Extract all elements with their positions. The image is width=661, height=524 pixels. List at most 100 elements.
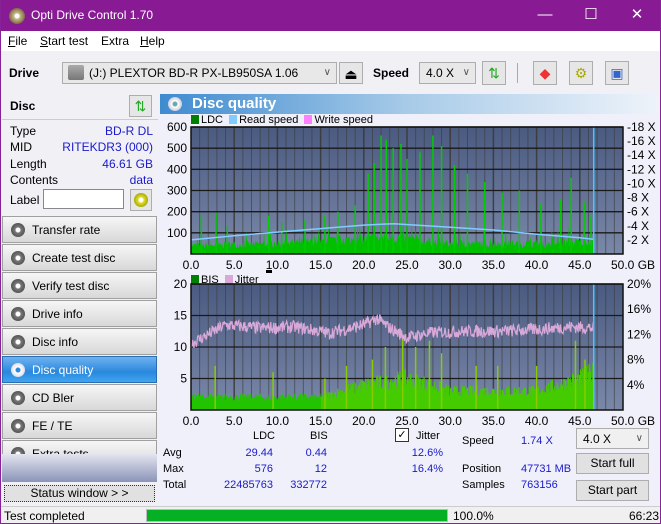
progress-percent: 100.0% bbox=[453, 509, 494, 523]
y-tick-label: 10 bbox=[174, 340, 188, 354]
y2-tick-label: -2 X bbox=[627, 233, 649, 247]
x-tick-label: 25.0 bbox=[395, 258, 419, 272]
y2-tick-label: -6 X bbox=[627, 205, 649, 219]
drive-icon bbox=[68, 65, 84, 80]
status-text: Test completed bbox=[4, 509, 85, 523]
x-tick-label: 5.0 bbox=[226, 258, 243, 272]
total-ldc: 22485763 bbox=[224, 479, 273, 491]
menu-extra[interactable]: Extra bbox=[101, 34, 129, 48]
menu-bar: File Start test Extra Help bbox=[1, 31, 660, 51]
disc-mid-row: MID RITEKDR3 (000) bbox=[10, 140, 153, 156]
maximize-button[interactable]: ☐ bbox=[568, 0, 614, 31]
disc-icon bbox=[11, 363, 25, 377]
drive-label: Drive bbox=[9, 66, 40, 80]
speed-value: 4.0 X bbox=[426, 66, 455, 80]
nav-drive-info[interactable]: Drive info bbox=[2, 300, 157, 327]
disc-panel-header: Disc ⇅ bbox=[2, 92, 158, 120]
menu-help[interactable]: Help bbox=[140, 34, 165, 48]
speed-select[interactable]: 4.0 X ∨ bbox=[419, 62, 476, 84]
nav-label: Drive info bbox=[32, 307, 83, 321]
window-title: Opti Drive Control 1.70 bbox=[31, 8, 154, 22]
y2-tick-label: 4% bbox=[627, 378, 645, 392]
save-icon: ▣ bbox=[610, 65, 624, 81]
chevron-down-icon: ∨ bbox=[462, 67, 470, 78]
eject-button[interactable]: ⏏ bbox=[339, 62, 363, 84]
drive-value: (J:) PLEXTOR BD-R PX-LB950SA 1.06 bbox=[89, 66, 299, 80]
nav-transfer-rate[interactable]: Transfer rate bbox=[2, 216, 157, 243]
nav-disc-quality[interactable]: Disc quality bbox=[2, 356, 157, 383]
x-tick-label: 35.0 bbox=[482, 258, 506, 272]
y2-tick-label: 16% bbox=[627, 302, 651, 316]
label-key: Label bbox=[10, 193, 40, 207]
refresh-drive-button[interactable]: ⇅ bbox=[482, 61, 506, 85]
nav-cd-bler[interactable]: CD Bler bbox=[2, 384, 157, 411]
disc-icon bbox=[11, 335, 25, 349]
max-bis: 12 bbox=[314, 463, 327, 475]
menu-start-test[interactable]: Start test bbox=[40, 34, 88, 48]
x-tick-label: 20.0 bbox=[352, 258, 376, 272]
disc-icon bbox=[11, 307, 25, 321]
x-tick-label: 15.0 bbox=[309, 258, 333, 272]
x-tick-label: 0.0 bbox=[183, 414, 200, 428]
label-disc-button[interactable] bbox=[130, 189, 152, 211]
nav-label: Disc info bbox=[32, 335, 79, 349]
y-tick-label: 20 bbox=[174, 277, 188, 291]
jitter-checkbox[interactable]: ✓ bbox=[395, 428, 409, 442]
y2-tick-label: 20% bbox=[627, 277, 651, 291]
status-bar: Test completed 100.0% 66:23 bbox=[1, 506, 660, 523]
settings-icon: ⚙ bbox=[574, 65, 588, 81]
elapsed-time: 66:23 bbox=[629, 509, 660, 523]
y2-tick-label: -12 X bbox=[627, 162, 656, 176]
max-label: Max bbox=[163, 463, 184, 475]
start-part-button[interactable]: Start part bbox=[576, 480, 649, 501]
eject-icon: ⏏ bbox=[344, 66, 358, 82]
nav-label: FE / TE bbox=[32, 419, 73, 433]
y2-tick-label: -18 X bbox=[627, 120, 656, 134]
nav-label: Disc quality bbox=[32, 363, 94, 377]
max-jitter: 16.4% bbox=[411, 463, 443, 475]
test-speed-select[interactable]: 4.0 X ∨ bbox=[576, 428, 649, 449]
status-window-button[interactable]: Status window > > bbox=[4, 485, 155, 502]
disc-length-row: Length 46.61 GB bbox=[10, 157, 153, 173]
nav-verify-test-disc[interactable]: Verify test disc bbox=[2, 272, 157, 299]
charts-svg: 100200300400500600-2 X-4 X-6 X-8 X-10 X-… bbox=[167, 120, 656, 428]
x-tick-label: 10.0 bbox=[266, 258, 290, 272]
erase-button[interactable]: ◆ bbox=[533, 61, 557, 85]
nav-fe-te[interactable]: FE / TE bbox=[2, 412, 157, 439]
minimize-button[interactable]: — bbox=[522, 0, 568, 31]
y2-tick-label: -4 X bbox=[627, 219, 649, 233]
drive-select[interactable]: (J:) PLEXTOR BD-R PX-LB950SA 1.06 ∨ bbox=[62, 62, 337, 84]
samples-label: Samples bbox=[462, 479, 505, 491]
disc-refresh-button[interactable]: ⇅ bbox=[129, 95, 152, 117]
position-label: Position bbox=[462, 463, 502, 475]
disc-icon bbox=[11, 391, 25, 405]
info-key: Contents bbox=[10, 173, 59, 187]
y-tick-label: 300 bbox=[167, 184, 187, 198]
disc-contents-row: Contents data bbox=[10, 173, 153, 189]
nav-label: CD Bler bbox=[32, 391, 75, 405]
menu-file[interactable]: File bbox=[8, 34, 27, 48]
nav-disc-info[interactable]: Disc info bbox=[2, 328, 157, 355]
swap-icon: ⇅ bbox=[134, 98, 147, 114]
label-input[interactable] bbox=[43, 189, 124, 209]
nav-spacer bbox=[2, 454, 157, 482]
info-value: RITEKDR3 (000) bbox=[62, 140, 153, 154]
close-button[interactable]: ✕ bbox=[614, 0, 660, 31]
disc-icon bbox=[11, 223, 25, 237]
chevron-down-icon: ∨ bbox=[635, 433, 643, 444]
toolbar: Drive (J:) PLEXTOR BD-R PX-LB950SA 1.06 … bbox=[1, 51, 660, 92]
settings-button[interactable]: ⚙ bbox=[569, 61, 593, 85]
disc-type-row: Type BD-R DL bbox=[10, 124, 153, 140]
save-button[interactable]: ▣ bbox=[605, 61, 629, 85]
y-tick-label: 5 bbox=[180, 372, 187, 386]
start-full-button[interactable]: Start full bbox=[576, 453, 649, 474]
nav-create-test-disc[interactable]: Create test disc bbox=[2, 244, 157, 271]
sidebar: Disc ⇅ Type BD-R DL MID RITEKDR3 (000) Len… bbox=[2, 92, 158, 506]
nav-label: Transfer rate bbox=[32, 223, 101, 237]
position-value: 47731 MB bbox=[521, 463, 572, 475]
info-value: 46.61 GB bbox=[102, 157, 153, 171]
y-tick-label: 500 bbox=[167, 141, 187, 155]
x-tick-label: 30.0 bbox=[439, 414, 463, 428]
info-key: MID bbox=[10, 140, 32, 154]
eraser-icon: ◆ bbox=[539, 65, 551, 81]
